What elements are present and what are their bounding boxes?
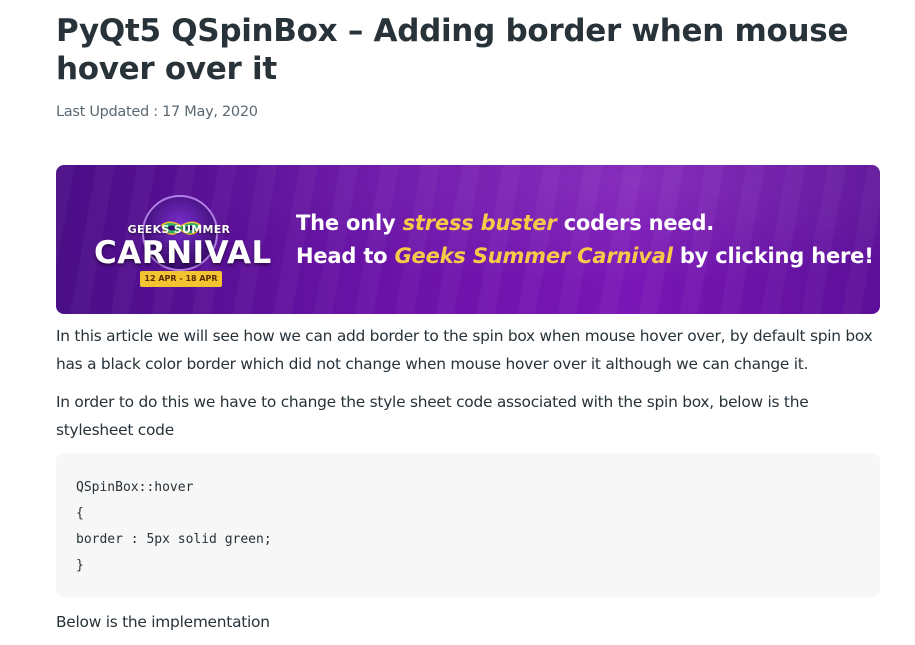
last-updated: Last Updated : 17 May, 2020 — [56, 104, 258, 120]
promo-line-2-post: by clicking here! — [672, 244, 874, 268]
promo-line-2-highlight: Geeks Summer Carnival — [394, 244, 673, 268]
code-line: QSpinBox::hover — [76, 480, 194, 495]
code-line: { — [76, 506, 84, 521]
promo-line-1-highlight: stress buster — [402, 211, 557, 235]
promo-line-1-post: coders need. — [556, 211, 715, 235]
logo-dates-ribbon: 12 APR - 18 APR — [140, 271, 222, 287]
logo-main-text: CARNIVAL — [94, 235, 272, 271]
code-line: border : 5px solid green; — [76, 532, 272, 547]
promo-line-2: Head to Geeks Summer Carnival by clickin… — [296, 240, 876, 273]
promo-line-2-pre: Head to — [296, 244, 395, 268]
intro-paragraph: In this article we will see how we can a… — [56, 327, 873, 373]
article-title: PyQt5 QSpinBox – Adding border when mous… — [56, 13, 849, 87]
promo-line-1-pre: The only — [296, 211, 403, 235]
promo-line-1: The only stress buster coders need. — [296, 207, 876, 240]
code-block[interactable]: QSpinBox::hover { border : 5px solid gre… — [56, 453, 880, 597]
stylesheet-paragraph: In order to do this we have to change th… — [56, 393, 809, 439]
banner-promo-text: The only stress buster coders need. Head… — [296, 207, 876, 273]
code-line: } — [76, 558, 84, 573]
implementation-paragraph: Below is the implementation — [56, 613, 270, 631]
summer-carnival-banner[interactable]: GEEKS SUMMER CARNIVAL 12 APR - 18 APR Th… — [56, 165, 880, 314]
carnival-logo: GEEKS SUMMER CARNIVAL 12 APR - 18 APR — [94, 187, 272, 297]
